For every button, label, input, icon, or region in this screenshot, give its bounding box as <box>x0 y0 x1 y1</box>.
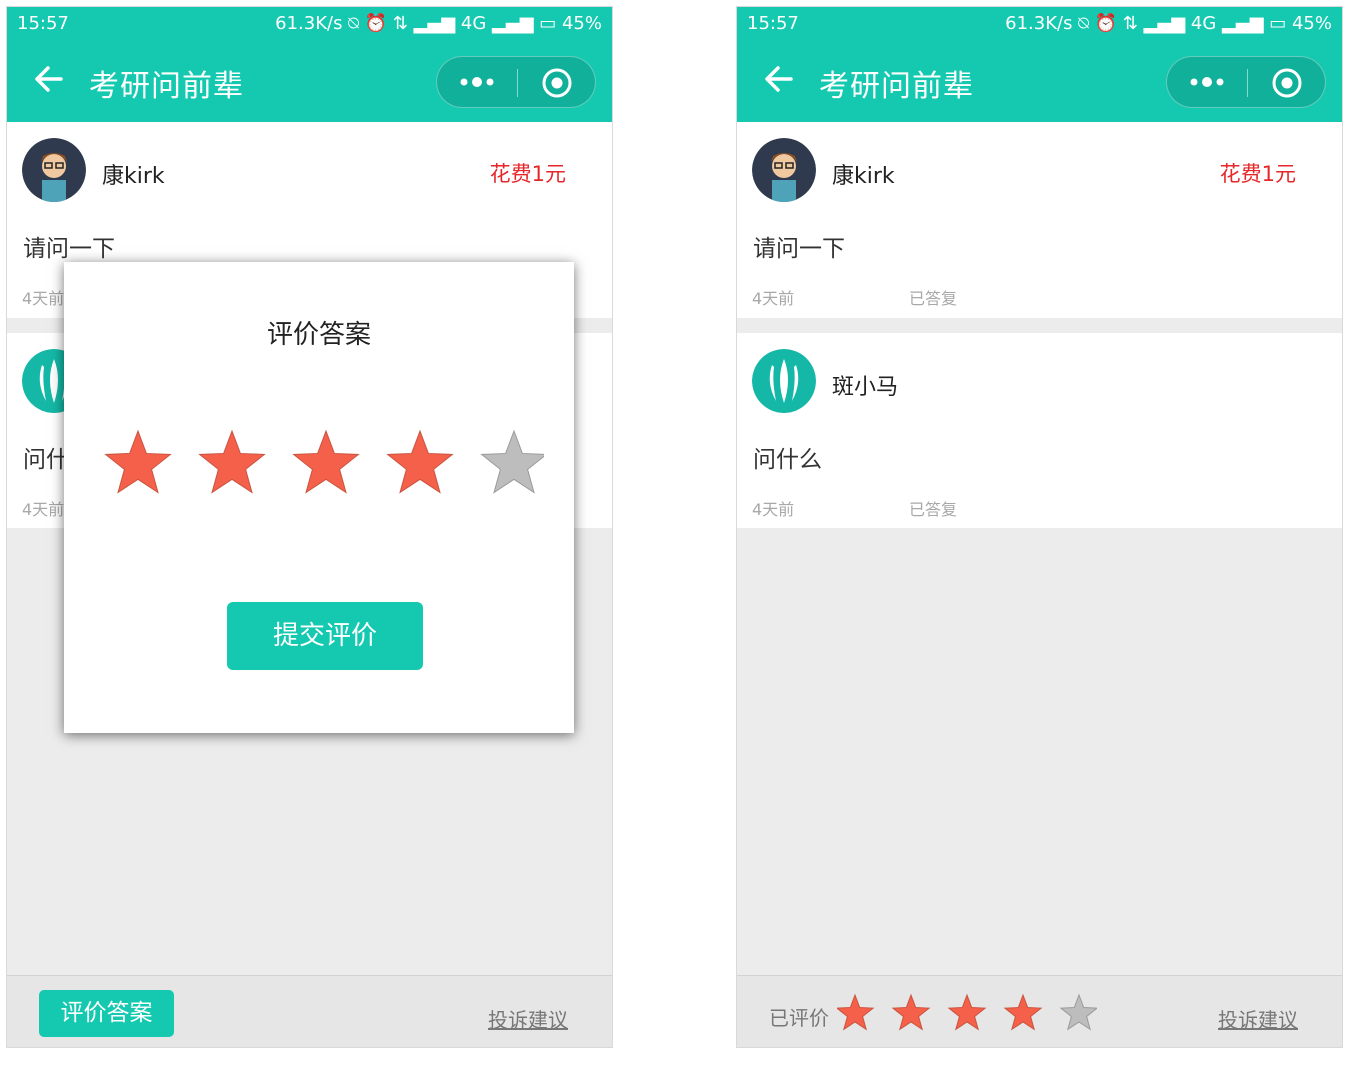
star-empty-icon[interactable] <box>480 429 544 494</box>
close-target-icon[interactable] <box>541 67 573 99</box>
star-filled-icon <box>1003 993 1043 1031</box>
more-dots-icon[interactable] <box>1187 69 1227 95</box>
star-filled-icon[interactable] <box>292 429 360 494</box>
question-time: 4天前 <box>752 500 795 519</box>
back-arrow-icon[interactable] <box>29 59 69 99</box>
mini-program-capsule <box>436 56 596 108</box>
status-bar: 15:57 61.3K/s ⍉ ⏰ ⇅ ▂▄▆ 4G ▂▄▆ ▭ 45% <box>737 7 1342 41</box>
star-rating-input[interactable] <box>104 427 544 499</box>
question-time: 4天前 <box>752 289 795 308</box>
cost-label: 花费1元 <box>489 162 566 186</box>
star-filled-icon[interactable] <box>198 429 266 494</box>
phone-screen-rating-dialog: 15:57 61.3K/s ⍉ ⏰ ⇅ ▂▄▆ 4G ▂▄▆ ▭ 45% 考研问… <box>6 6 613 1048</box>
status-time: 15:57 <box>747 13 799 34</box>
user-name: 斑小马 <box>832 375 899 400</box>
question-status: 已答复 <box>909 500 958 519</box>
question-text: 请问一下 <box>23 236 115 262</box>
app-header: 15:57 61.3K/s ⍉ ⏰ ⇅ ▂▄▆ 4G ▂▄▆ ▭ 45% 考研问… <box>7 7 612 122</box>
page-title: 考研问前辈 <box>819 69 974 104</box>
question-card[interactable]: 康kirk 花费1元 请问一下 4天前 已答复 <box>737 122 1342 318</box>
user-avatar-cartoon <box>22 138 86 202</box>
status-info: 61.3K/s ⍉ ⏰ ⇅ ▂▄▆ 4G ▂▄▆ ▭ 45% <box>275 13 602 34</box>
more-dots-icon[interactable] <box>457 69 497 95</box>
star-rating-display <box>837 993 1097 1031</box>
star-filled-icon <box>837 993 875 1031</box>
cost-label: 花费1元 <box>1219 162 1296 186</box>
complain-link[interactable]: 投诉建议 <box>488 1004 568 1033</box>
user-avatar-cartoon <box>752 138 816 202</box>
bottom-bar: 已评价 投诉建议 <box>737 975 1342 1047</box>
star-filled-icon[interactable] <box>104 429 172 494</box>
app-header: 15:57 61.3K/s ⍉ ⏰ ⇅ ▂▄▆ 4G ▂▄▆ ▭ 45% 考研问… <box>737 7 1342 122</box>
question-status: 已答复 <box>909 289 958 308</box>
status-info: 61.3K/s ⍉ ⏰ ⇅ ▂▄▆ 4G ▂▄▆ ▭ 45% <box>1005 13 1332 34</box>
user-name: 康kirk <box>102 164 165 189</box>
status-bar: 15:57 61.3K/s ⍉ ⏰ ⇅ ▂▄▆ 4G ▂▄▆ ▭ 45% <box>7 7 612 41</box>
question-text: 请问一下 <box>753 236 845 262</box>
question-time: 4天前 <box>22 500 65 519</box>
star-filled-icon <box>947 993 987 1031</box>
capsule-divider <box>517 69 518 97</box>
star-filled-icon <box>891 993 931 1031</box>
nav-bar: 考研问前辈 <box>737 41 1342 122</box>
rated-label: 已评价 <box>769 1006 829 1030</box>
dialog-title: 评价答案 <box>266 320 371 350</box>
page-title: 考研问前辈 <box>89 69 244 104</box>
star-filled-icon[interactable] <box>386 429 454 494</box>
status-time: 15:57 <box>17 13 69 34</box>
nav-bar: 考研问前辈 <box>7 41 612 122</box>
capsule-divider <box>1247 69 1248 97</box>
question-time: 4天前 <box>22 289 65 308</box>
user-avatar-logo <box>752 349 816 413</box>
bottom-bar: 评价答案 投诉建议 <box>7 975 612 1047</box>
star-empty-icon <box>1059 993 1097 1031</box>
mini-program-capsule <box>1166 56 1326 108</box>
phone-screen-rated: 15:57 61.3K/s ⍉ ⏰ ⇅ ▂▄▆ 4G ▂▄▆ ▭ 45% 考研问… <box>736 6 1343 1048</box>
question-text: 问什么 <box>753 447 822 473</box>
question-card[interactable]: 斑小马 问什么 4天前 已答复 <box>737 333 1342 528</box>
user-name: 康kirk <box>832 164 895 189</box>
rating-dialog: 评价答案 提交评价 <box>64 262 574 733</box>
back-arrow-icon[interactable] <box>759 59 799 99</box>
close-target-icon[interactable] <box>1271 67 1303 99</box>
submit-rating-button[interactable]: 提交评价 <box>227 602 423 670</box>
rate-answer-button[interactable]: 评价答案 <box>39 990 174 1037</box>
complain-link[interactable]: 投诉建议 <box>1218 1004 1298 1033</box>
